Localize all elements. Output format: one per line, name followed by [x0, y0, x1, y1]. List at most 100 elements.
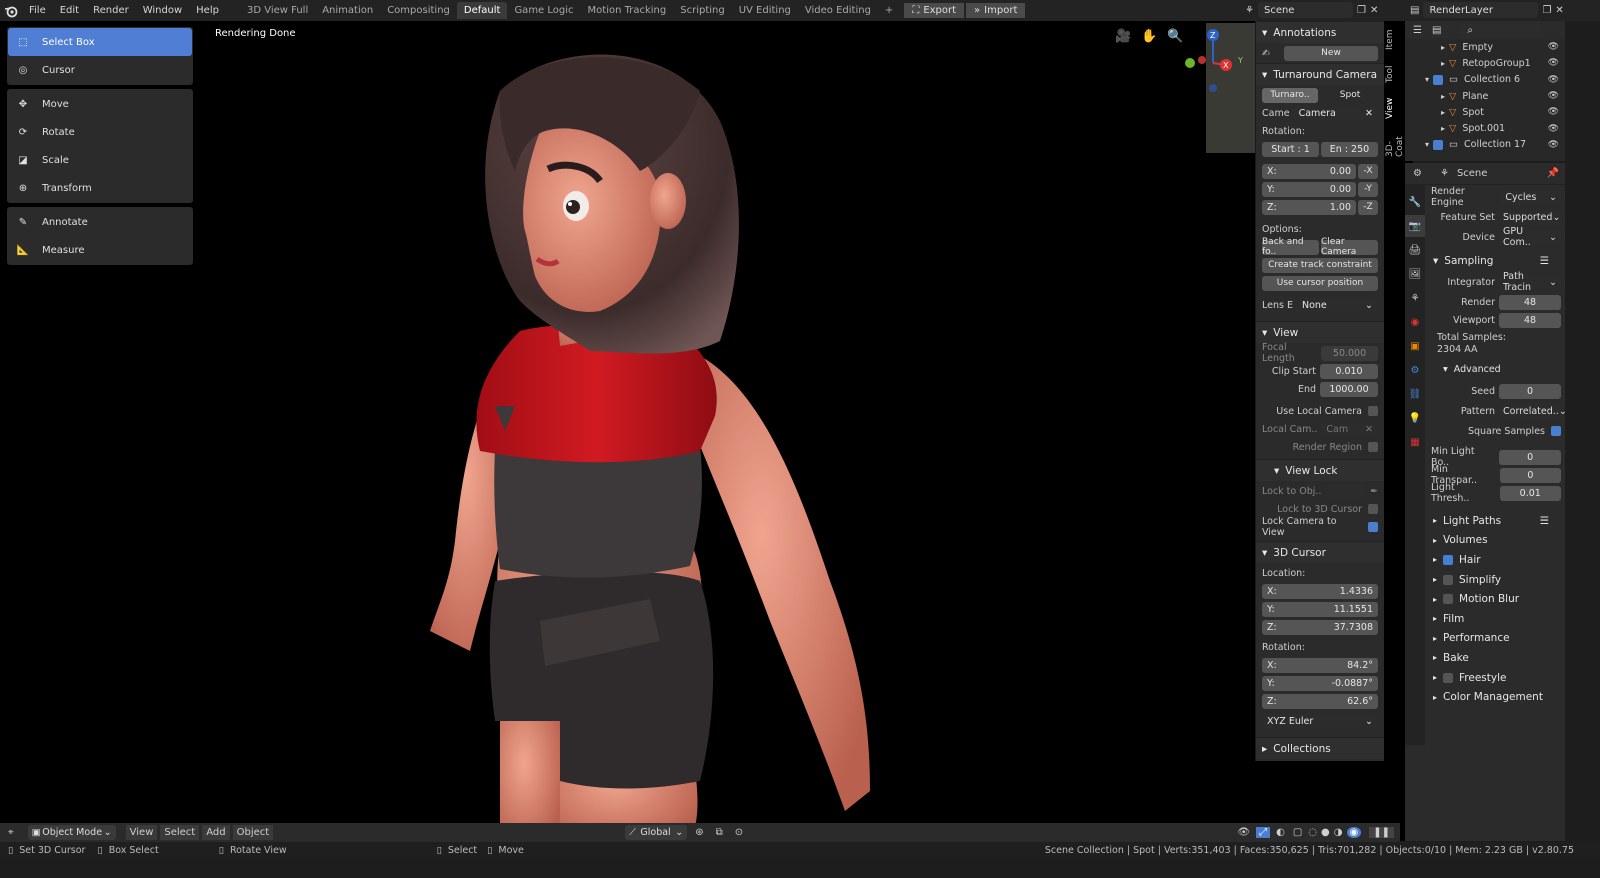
section-header[interactable]: ▸ Freestyle [1427, 668, 1565, 688]
end-frame-field[interactable]: En : 250 [1321, 141, 1378, 157]
lock-cursor-checkbox[interactable] [1368, 504, 1378, 514]
expand-icon[interactable]: ▸ [1441, 43, 1445, 52]
tab-motion-tracking[interactable]: Motion Tracking [581, 2, 674, 19]
transform-orientation-dropdown[interactable]: ⟋ Global ⌄ [625, 825, 688, 840]
cursor-ry-field[interactable]: Y: -0.0887° [1262, 675, 1378, 691]
cursor-z-field[interactable]: Z: 37.7308 [1262, 619, 1378, 635]
advanced-header[interactable]: ▾ Advanced [1427, 360, 1565, 379]
use-cursor-button[interactable]: Use cursor position [1262, 275, 1378, 291]
lock-camera-checkbox[interactable] [1368, 522, 1378, 532]
layer-icon[interactable]: ▤ [1410, 5, 1419, 16]
output-tab-icon[interactable]: 🖨 [1405, 239, 1425, 261]
scene-icon[interactable]: ⚘ [1245, 5, 1254, 16]
texture-tab-icon[interactable]: ▦ [1405, 431, 1425, 453]
gizmo-toggle-icon[interactable]: ⤢ [1256, 827, 1271, 838]
cursor-x-field[interactable]: X: 1.4336 [1262, 583, 1378, 599]
menu-window[interactable]: Window [136, 5, 189, 16]
close-scene-icon[interactable]: ✕ [1370, 5, 1378, 16]
presets-icon[interactable]: ☰ [1540, 515, 1549, 527]
expand-icon[interactable]: ▸ [1441, 92, 1445, 101]
layer-field[interactable]: RenderLayer [1423, 2, 1539, 18]
proportional-edit-icon[interactable]: ⊙ [735, 827, 743, 838]
neg-x-button[interactable]: -X [1358, 163, 1378, 179]
viewport-samples-field[interactable]: 48 [1499, 312, 1561, 328]
lens-dropdown[interactable]: None ⌄ [1296, 297, 1378, 313]
tab-uv-editing[interactable]: UV Editing [732, 2, 798, 19]
cursor-y-field[interactable]: Y: 11.1551 [1262, 601, 1378, 617]
local-cam-field[interactable]: Cam ✕ [1321, 421, 1378, 437]
sidetab-3dcoat[interactable]: 3D-Coat [1385, 127, 1405, 157]
wireframe-shading-icon[interactable]: ◌ [1308, 827, 1317, 838]
turnaround-header[interactable]: ▾ Turnaround Camera [1256, 63, 1384, 85]
mode-dropdown[interactable]: ▣ Object Mode ⌄ [27, 825, 116, 840]
close-layer-icon[interactable]: ✕ [1555, 5, 1563, 16]
cursor-header[interactable]: ▾ 3D Cursor [1256, 541, 1384, 563]
menu-edit[interactable]: Edit [53, 5, 86, 16]
section-header[interactable]: ▸ Film [1427, 609, 1565, 629]
blender-logo-icon[interactable] [0, 4, 22, 18]
section-header[interactable]: ▸ Light Paths ☰ [1427, 511, 1565, 531]
tab-compositing[interactable]: Compositing [380, 2, 457, 19]
feature-set-dropdown[interactable]: Supported ⌄ [1499, 209, 1561, 225]
collection-checkbox[interactable] [1433, 74, 1444, 85]
copy-scene-icon[interactable]: ❐ [1357, 5, 1366, 16]
cursor-rz-field[interactable]: Z: 62.6° [1262, 693, 1378, 709]
start-frame-field[interactable]: Start : 1 [1262, 141, 1319, 157]
section-checkbox[interactable] [1443, 594, 1454, 605]
tool-transform[interactable]: ⊕ Transform [8, 174, 192, 202]
neg-y-button[interactable]: -Y [1358, 181, 1378, 197]
tool-move[interactable]: ✥ Move [8, 90, 192, 118]
render-engine-dropdown[interactable]: Cycles ⌄ [1501, 189, 1561, 205]
section-header[interactable]: ▸ Color Management [1427, 687, 1565, 707]
annotations-header[interactable]: ▾ Annotations [1256, 21, 1384, 43]
properties-editor-icon[interactable]: ⚙ [1413, 168, 1422, 179]
pin-icon[interactable]: 📌 [1547, 168, 1559, 179]
rendered-shading-icon[interactable]: ◉ [1346, 827, 1362, 838]
copy-layer-icon[interactable]: ❐ [1542, 5, 1551, 16]
min-light-field[interactable]: 0 [1499, 449, 1561, 465]
tool-scale[interactable]: ◪ Scale [8, 146, 192, 174]
expand-icon[interactable]: ▸ [1441, 108, 1445, 117]
outliner-row[interactable]: ▾ ▭ Collection 17 👁 [1405, 137, 1565, 153]
sampling-header[interactable]: ▾ Sampling ☰ [1427, 251, 1565, 270]
3d-viewport[interactable]: ⬚ Select Box ◎ Cursor ✥ Move ⟳ Rotate ◪ Scale… [0, 21, 1413, 841]
tab-3d-view-full[interactable]: 3D View Full [240, 2, 315, 19]
collections-header[interactable]: ▸ Collections [1256, 737, 1384, 759]
section-header[interactable]: ▸ Motion Blur [1427, 589, 1565, 609]
camera-field[interactable]: Camera ✕ [1293, 105, 1378, 121]
tab-scripting[interactable]: Scripting [673, 2, 731, 19]
outliner-row[interactable]: ▾ ▭ Collection 6 👁 [1405, 72, 1565, 88]
sidetab-view[interactable]: View [1385, 93, 1395, 123]
export-button[interactable]: ⛶ Export [904, 3, 965, 18]
rot-y-field[interactable]: Y: 0.00 [1262, 181, 1356, 197]
menu-file[interactable]: File [22, 5, 53, 16]
create-track-button[interactable]: Create track constraint [1262, 257, 1378, 273]
outliner-row[interactable]: ▸ ▽ Spot 👁 [1405, 104, 1565, 120]
rotation-mode-dropdown[interactable]: XYZ Euler ⌄ [1262, 713, 1378, 729]
tool-rotate[interactable]: ⟳ Rotate [8, 118, 192, 146]
import-button[interactable]: » Import [966, 3, 1026, 18]
outliner-row[interactable]: ▸ ▽ RetopoGroup1 👁 [1405, 55, 1565, 71]
view-layer-tab-icon[interactable]: 🖼 [1405, 263, 1425, 285]
modifier-tab-icon[interactable]: ⚙ [1405, 359, 1425, 381]
outliner-row[interactable]: ▸ ▽ Plane 👁 [1405, 88, 1565, 104]
presets-icon[interactable]: ☰ [1540, 255, 1549, 267]
section-header[interactable]: ▸ Performance [1427, 629, 1565, 649]
render-region-checkbox[interactable] [1368, 442, 1378, 452]
eye-icon[interactable]: 👁 [1548, 140, 1559, 150]
object-tab-icon[interactable]: ▣ [1405, 335, 1425, 357]
tab-default[interactable]: Default [456, 2, 508, 19]
new-annotation-button[interactable]: New [1284, 45, 1378, 61]
menu-render[interactable]: Render [86, 5, 136, 16]
tab-video-editing[interactable]: Video Editing [798, 2, 878, 19]
pause-icon[interactable]: ❚❚ [1369, 827, 1394, 838]
expand-icon[interactable]: ▸ [1441, 59, 1445, 68]
solid-shading-icon[interactable]: ● [1321, 827, 1330, 838]
pattern-dropdown[interactable]: Correlated.. ⌄ [1499, 403, 1567, 419]
camera-view-icon[interactable]: 🎥 [1115, 29, 1131, 44]
select-menu[interactable]: Select [160, 825, 200, 840]
outliner-row[interactable]: ▸ ▽ Empty 👁 [1405, 39, 1565, 55]
tool-measure[interactable]: 📐 Measure [8, 236, 192, 264]
editor-type-icon[interactable]: ⌖ [8, 827, 14, 838]
menu-help[interactable]: Help [189, 5, 226, 16]
